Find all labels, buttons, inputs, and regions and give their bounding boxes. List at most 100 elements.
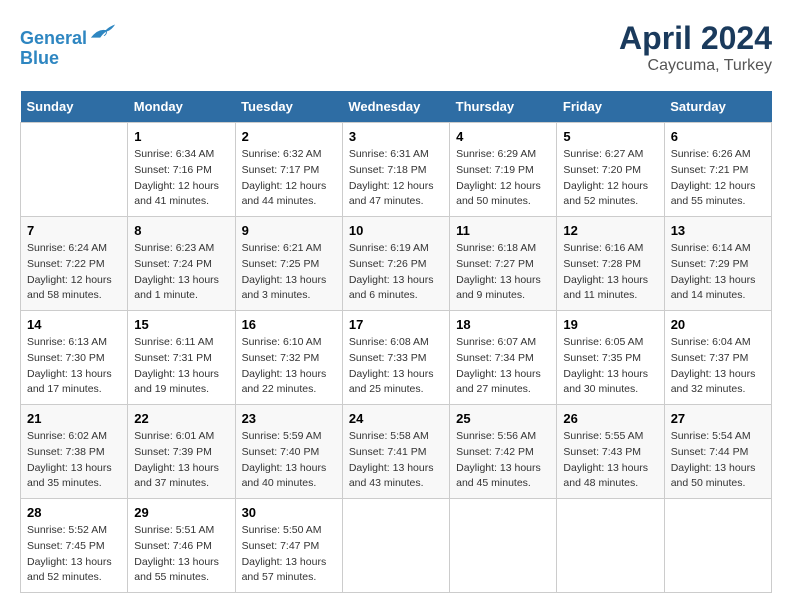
day-info: Sunrise: 6:24 AMSunset: 7:22 PMDaylight:… [27, 241, 121, 304]
day-info: Sunrise: 6:29 AMSunset: 7:19 PMDaylight:… [456, 147, 550, 210]
header-cell-saturday: Saturday [664, 91, 771, 123]
day-number: 15 [134, 317, 228, 332]
day-number: 23 [242, 411, 336, 426]
day-info: Sunrise: 6:21 AMSunset: 7:25 PMDaylight:… [242, 241, 336, 304]
day-number: 14 [27, 317, 121, 332]
day-info: Sunrise: 6:11 AMSunset: 7:31 PMDaylight:… [134, 335, 228, 398]
day-number: 28 [27, 505, 121, 520]
day-number: 5 [563, 129, 657, 144]
day-number: 22 [134, 411, 228, 426]
day-info: Sunrise: 5:54 AMSunset: 7:44 PMDaylight:… [671, 429, 765, 492]
day-number: 8 [134, 223, 228, 238]
calendar-cell: 4 Sunrise: 6:29 AMSunset: 7:19 PMDaylight… [450, 123, 557, 217]
logo-bird-icon [89, 20, 117, 44]
calendar-cell: 19 Sunrise: 6:05 AMSunset: 7:35 PMDayligh… [557, 311, 664, 405]
calendar-cell: 9 Sunrise: 6:21 AMSunset: 7:25 PMDaylight… [235, 217, 342, 311]
calendar-cell: 13 Sunrise: 6:14 AMSunset: 7:29 PMDayligh… [664, 217, 771, 311]
calendar-cell [557, 499, 664, 593]
header-cell-wednesday: Wednesday [342, 91, 449, 123]
day-info: Sunrise: 5:51 AMSunset: 7:46 PMDaylight:… [134, 523, 228, 586]
day-number: 26 [563, 411, 657, 426]
calendar-table: SundayMondayTuesdayWednesdayThursdayFrid… [20, 91, 772, 593]
calendar-cell [664, 499, 771, 593]
calendar-cell: 6 Sunrise: 6:26 AMSunset: 7:21 PMDaylight… [664, 123, 771, 217]
calendar-cell: 12 Sunrise: 6:16 AMSunset: 7:28 PMDayligh… [557, 217, 664, 311]
day-number: 17 [349, 317, 443, 332]
calendar-cell: 15 Sunrise: 6:11 AMSunset: 7:31 PMDayligh… [128, 311, 235, 405]
day-info: Sunrise: 5:58 AMSunset: 7:41 PMDaylight:… [349, 429, 443, 492]
calendar-cell: 27 Sunrise: 5:54 AMSunset: 7:44 PMDayligh… [664, 405, 771, 499]
calendar-cell: 28 Sunrise: 5:52 AMSunset: 7:45 PMDayligh… [21, 499, 128, 593]
calendar-cell: 5 Sunrise: 6:27 AMSunset: 7:20 PMDaylight… [557, 123, 664, 217]
calendar-cell: 2 Sunrise: 6:32 AMSunset: 7:17 PMDaylight… [235, 123, 342, 217]
calendar-cell [342, 499, 449, 593]
day-number: 24 [349, 411, 443, 426]
calendar-week-row: 28 Sunrise: 5:52 AMSunset: 7:45 PMDayligh… [21, 499, 772, 593]
calendar-cell: 10 Sunrise: 6:19 AMSunset: 7:26 PMDayligh… [342, 217, 449, 311]
day-info: Sunrise: 5:56 AMSunset: 7:42 PMDaylight:… [456, 429, 550, 492]
day-info: Sunrise: 6:32 AMSunset: 7:17 PMDaylight:… [242, 147, 336, 210]
day-info: Sunrise: 5:55 AMSunset: 7:43 PMDaylight:… [563, 429, 657, 492]
calendar-body: 1 Sunrise: 6:34 AMSunset: 7:16 PMDaylight… [21, 123, 772, 593]
day-number: 13 [671, 223, 765, 238]
day-info: Sunrise: 5:52 AMSunset: 7:45 PMDaylight:… [27, 523, 121, 586]
calendar-cell: 18Sunrise: 6:07 AMSunset: 7:34 PMDayligh… [450, 311, 557, 405]
day-number: 9 [242, 223, 336, 238]
day-number: 25 [456, 411, 550, 426]
calendar-week-row: 21Sunrise: 6:02 AMSunset: 7:38 PMDayligh… [21, 405, 772, 499]
page-subtitle: Caycuma, Turkey [619, 57, 772, 75]
day-number: 4 [456, 129, 550, 144]
day-info: Sunrise: 6:27 AMSunset: 7:20 PMDaylight:… [563, 147, 657, 210]
day-info: Sunrise: 6:10 AMSunset: 7:32 PMDaylight:… [242, 335, 336, 398]
day-info: Sunrise: 5:50 AMSunset: 7:47 PMDaylight:… [242, 523, 336, 586]
calendar-cell: 16 Sunrise: 6:10 AMSunset: 7:32 PMDayligh… [235, 311, 342, 405]
calendar-cell: 17 Sunrise: 6:08 AMSunset: 7:33 PMDayligh… [342, 311, 449, 405]
calendar-week-row: 1 Sunrise: 6:34 AMSunset: 7:16 PMDaylight… [21, 123, 772, 217]
calendar-cell: 14Sunrise: 6:13 AMSunset: 7:30 PMDayligh… [21, 311, 128, 405]
calendar-cell [450, 499, 557, 593]
day-number: 30 [242, 505, 336, 520]
calendar-cell: 25 Sunrise: 5:56 AMSunset: 7:42 PMDayligh… [450, 405, 557, 499]
calendar-cell: 11 Sunrise: 6:18 AMSunset: 7:27 PMDayligh… [450, 217, 557, 311]
calendar-cell: 26 Sunrise: 5:55 AMSunset: 7:43 PMDayligh… [557, 405, 664, 499]
day-number: 11 [456, 223, 550, 238]
day-info: Sunrise: 6:14 AMSunset: 7:29 PMDaylight:… [671, 241, 765, 304]
day-number: 1 [134, 129, 228, 144]
day-info: Sunrise: 6:16 AMSunset: 7:28 PMDaylight:… [563, 241, 657, 304]
day-number: 2 [242, 129, 336, 144]
calendar-cell: 21Sunrise: 6:02 AMSunset: 7:38 PMDayligh… [21, 405, 128, 499]
day-info: Sunrise: 6:05 AMSunset: 7:35 PMDaylight:… [563, 335, 657, 398]
day-number: 16 [242, 317, 336, 332]
day-number: 6 [671, 129, 765, 144]
day-info: Sunrise: 6:34 AMSunset: 7:16 PMDaylight:… [134, 147, 228, 210]
day-info: Sunrise: 6:04 AMSunset: 7:37 PMDaylight:… [671, 335, 765, 398]
page-title: April 2024 [619, 20, 772, 57]
calendar-cell: 22 Sunrise: 6:01 AMSunset: 7:39 PMDayligh… [128, 405, 235, 499]
header-cell-tuesday: Tuesday [235, 91, 342, 123]
day-info: Sunrise: 6:31 AMSunset: 7:18 PMDaylight:… [349, 147, 443, 210]
logo-text: General Blue [20, 20, 117, 69]
day-number: 10 [349, 223, 443, 238]
day-number: 19 [563, 317, 657, 332]
day-info: Sunrise: 6:19 AMSunset: 7:26 PMDaylight:… [349, 241, 443, 304]
header-cell-monday: Monday [128, 91, 235, 123]
day-info: Sunrise: 6:18 AMSunset: 7:27 PMDaylight:… [456, 241, 550, 304]
day-number: 29 [134, 505, 228, 520]
day-number: 27 [671, 411, 765, 426]
day-number: 3 [349, 129, 443, 144]
page-header: General Blue April 2024 Caycuma, Turkey [20, 20, 772, 75]
day-number: 20 [671, 317, 765, 332]
calendar-cell: 23Sunrise: 5:59 AMSunset: 7:40 PMDayligh… [235, 405, 342, 499]
day-number: 18 [456, 317, 550, 332]
title-block: April 2024 Caycuma, Turkey [619, 20, 772, 75]
day-info: Sunrise: 6:01 AMSunset: 7:39 PMDaylight:… [134, 429, 228, 492]
calendar-week-row: 14Sunrise: 6:13 AMSunset: 7:30 PMDayligh… [21, 311, 772, 405]
header-cell-sunday: Sunday [21, 91, 128, 123]
day-info: Sunrise: 6:26 AMSunset: 7:21 PMDaylight:… [671, 147, 765, 210]
day-number: 12 [563, 223, 657, 238]
day-info: Sunrise: 6:08 AMSunset: 7:33 PMDaylight:… [349, 335, 443, 398]
day-number: 7 [27, 223, 121, 238]
calendar-cell [21, 123, 128, 217]
calendar-week-row: 7 Sunrise: 6:24 AMSunset: 7:22 PMDaylight… [21, 217, 772, 311]
calendar-cell: 29 Sunrise: 5:51 AMSunset: 7:46 PMDayligh… [128, 499, 235, 593]
